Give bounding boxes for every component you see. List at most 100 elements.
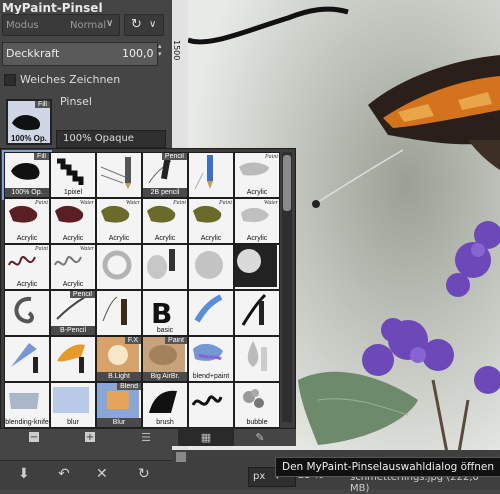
brush-tile[interactable]: Water Acrylic — [50, 244, 96, 290]
blue-pencil-icon — [194, 155, 213, 190]
opacity-value: 100,0 — [122, 47, 154, 60]
brush-badge: Paint — [219, 200, 232, 206]
brush-tile[interactable] — [4, 336, 50, 382]
brush-tile[interactable]: F.X B.Light — [96, 336, 142, 382]
chevron-down-icon: ∨ — [149, 19, 157, 30]
brush-label: Acrylic — [62, 235, 84, 242]
opacity-label: Deckkraft — [6, 47, 60, 60]
brush-badge: Water — [125, 200, 140, 206]
list-icon: ☰ — [141, 430, 151, 444]
reset-mode-button[interactable]: ↻ ∨ — [124, 14, 164, 36]
brush-tile[interactable]: Paint Acrylic — [234, 152, 280, 198]
brush-badge: Water — [79, 246, 94, 252]
grid-view-button[interactable]: ▦ — [178, 428, 234, 446]
brush-tile[interactable]: Bbasic — [142, 290, 188, 336]
airbrush-swirl-icon — [102, 250, 132, 280]
brush-icon: ✎ — [255, 430, 265, 444]
brush-label: Acrylic — [200, 235, 222, 242]
brush-tile[interactable]: Paint Acrylic — [4, 198, 50, 244]
soft-stroke-checkbox[interactable] — [4, 74, 16, 86]
brush-tile[interactable]: Water Acrylic — [50, 198, 96, 244]
brush-tile[interactable] — [234, 244, 280, 290]
airbrush-soft-icon — [195, 251, 223, 279]
current-brush-button[interactable]: Fill 100% Op. — [6, 99, 52, 145]
brush-tile[interactable]: Water Acrylic — [234, 198, 280, 244]
brush-label: Pinsel — [60, 95, 92, 108]
save-icon[interactable]: ⬇ — [18, 466, 30, 482]
navigate-icon[interactable] — [176, 452, 186, 462]
brush-label: bubble — [246, 419, 268, 426]
minus-icon: − — [29, 431, 39, 443]
brush-name-field[interactable]: 100% Opaque — [56, 130, 166, 148]
brush-tile[interactable]: 1pixel — [50, 152, 96, 198]
opacity-spin-icon[interactable]: ▴ ▾ — [158, 42, 168, 66]
brush-tile[interactable]: Pencil B-Pencil — [50, 290, 96, 336]
zoom-in-button[interactable]: + — [68, 428, 112, 446]
brush-badge: Paint — [173, 200, 186, 206]
brush-badge: Paint — [35, 200, 48, 206]
brush-tile[interactable]: blur — [50, 382, 96, 428]
brush-tile[interactable] — [96, 244, 142, 290]
brush-tile[interactable] — [188, 152, 234, 198]
brush-label: 100% Op. — [5, 188, 49, 197]
zoom-out-button[interactable]: − — [12, 428, 56, 446]
undo-icon[interactable]: ↶ — [58, 466, 70, 482]
brush-tile[interactable] — [234, 336, 280, 382]
airbrush-dark-icon — [235, 245, 277, 287]
brush-tile[interactable]: Water Acrylic — [96, 198, 142, 244]
blue-fan-icon — [11, 343, 38, 373]
brush-tile[interactable]: brush — [142, 382, 188, 428]
brush-label: Acrylic — [246, 235, 268, 242]
brush-tile[interactable]: Paint Acrylic — [188, 198, 234, 244]
soft-stroke-label: Weiches Zeichnen — [20, 73, 121, 86]
brush-label: Big AirBr. — [143, 372, 187, 381]
brush-tile[interactable] — [50, 336, 96, 382]
brush-tile[interactable]: Paint Big AirBr. — [142, 336, 188, 382]
orange-fan-icon — [57, 344, 85, 373]
brush-tile[interactable] — [188, 290, 234, 336]
brush-tile[interactable] — [188, 382, 234, 428]
brush-tile[interactable] — [4, 290, 50, 336]
brush-badge: Water — [79, 200, 94, 206]
brush-label: Acrylic — [108, 235, 130, 242]
plus-icon: + — [85, 431, 95, 443]
brush-tile[interactable]: bubble — [234, 382, 280, 428]
brush-badge: Pencil — [69, 291, 95, 298]
list-view-button[interactable]: ☰ — [124, 428, 168, 446]
brush-tile[interactable] — [188, 244, 234, 290]
brush-tile[interactable] — [96, 152, 142, 198]
brush-tile[interactable] — [96, 290, 142, 336]
brush-label: Acrylic — [16, 281, 38, 288]
brush-badge: Paint — [165, 337, 187, 344]
brush-label: 2B pencil — [143, 188, 187, 197]
brush-tile[interactable] — [234, 290, 280, 336]
delete-icon[interactable]: ✕ — [96, 466, 108, 482]
brush-tile[interactable]: blend+paint — [188, 336, 234, 382]
brush-label: Acrylic — [246, 189, 268, 196]
brush-tile[interactable]: Pencil 2B pencil — [142, 152, 188, 198]
rotate-icon: ↻ — [131, 17, 142, 32]
brush-tile[interactable]: Paint Acrylic — [4, 244, 50, 290]
edit-brush-button[interactable]: ✎ — [238, 428, 282, 446]
ink-pen-icon — [241, 293, 267, 326]
scrollbar-thumb[interactable] — [283, 155, 291, 211]
brush-badge: Paint — [35, 246, 48, 252]
refresh-icon[interactable]: ↻ — [138, 466, 150, 482]
brush-tile[interactable]: Fill 100% Op. — [2, 150, 52, 200]
mode-value: Normal — [70, 20, 107, 31]
brush-label: 1pixel — [63, 189, 83, 196]
brush-label: B-Pencil — [51, 326, 95, 335]
brush-tile[interactable] — [142, 244, 188, 290]
brush-tile[interactable]: Blend Blur — [96, 382, 142, 428]
brush-tile[interactable]: Paint Acrylic — [142, 198, 188, 244]
brush-tile[interactable]: blending-knife — [4, 382, 50, 428]
airbrush-tool-icon — [147, 249, 175, 279]
brush-badge: Pencil — [161, 153, 187, 160]
brush-label: Blur — [97, 418, 141, 427]
brush-squiggle-icon — [191, 395, 223, 406]
brush-thumb-label: 100% Op. — [10, 134, 47, 143]
brush-grid: Fill 100% Op. 1pixel Pencil 2B pencil Paint Ac… — [2, 150, 281, 428]
brush-label: blend+paint — [192, 373, 230, 380]
brush-badge: Paint — [265, 154, 278, 160]
brush-label: brush — [156, 419, 174, 426]
